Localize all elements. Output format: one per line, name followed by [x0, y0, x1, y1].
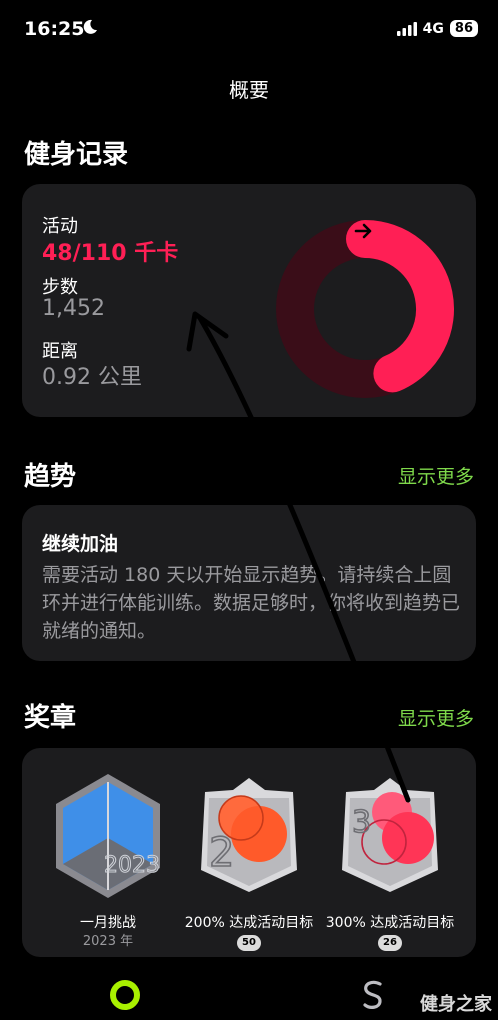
award-name: 200% 达成活动目标: [184, 915, 314, 931]
award-item-january[interactable]: 2023 一月挑战 2023 年: [38, 768, 178, 958]
watermark: 健身之家: [420, 994, 492, 1015]
award-year: 2023 年: [82, 934, 134, 949]
activity-ring: [276, 220, 454, 398]
awards-section-title: 奖章: [24, 703, 77, 733]
svg-text:2023: 2023: [104, 853, 160, 878]
award-item-200[interactable]: 2 200% 达成活动目标 50: [179, 768, 319, 958]
award-count-badge: 50: [237, 935, 261, 951]
trends-show-more[interactable]: 显示更多: [398, 462, 474, 489]
trends-section-title: 趋势: [24, 462, 77, 492]
moon-icon: [83, 19, 97, 34]
activity-value: 48/110 千卡: [42, 241, 179, 266]
steps-value: 1,452: [42, 296, 105, 321]
battery-level: 86: [449, 20, 478, 37]
svg-text:3: 3: [352, 805, 371, 840]
status-bar: 16:25 4G 86: [0, 0, 498, 60]
award-item-300[interactable]: 3 300% 达成活动目标 26: [320, 768, 460, 958]
signal-icon: [396, 21, 417, 36]
svg-text:2: 2: [209, 830, 234, 876]
status-right: 4G 86: [396, 20, 478, 37]
awards-show-more[interactable]: 显示更多: [398, 704, 474, 731]
hexagon-2023-badge-icon: 2023: [56, 774, 161, 898]
tab-bar: 健身之家: [0, 970, 498, 1020]
activity-ring-progress: [346, 220, 454, 393]
trends-card-title: 继续加油: [42, 533, 119, 555]
fitness-section-title: 健身记录: [24, 140, 129, 170]
distance-value: 0.92 公里: [42, 365, 142, 390]
trends-card-text: 需要活动 180 天以开始显示趋势。请持续合上圆环并进行体能训练。数据足够时，你…: [42, 564, 461, 642]
award-count-badge: 26: [378, 935, 402, 951]
fitness-card[interactable]: 活动 48/110 千卡 步数 1,452 距离 0.92 公里: [22, 184, 476, 417]
network-type: 4G: [422, 20, 444, 37]
nav-title: 概要: [229, 78, 269, 102]
trends-card[interactable]: 继续加油 需要活动 180 天以开始显示趋势。请持续合上圆环并进行体能训练。数据…: [22, 505, 476, 661]
tab-summary-ring-icon[interactable]: [108, 978, 142, 1012]
award-name: 300% 达成活动目标: [325, 915, 455, 931]
tab-sharing-icon[interactable]: [358, 978, 388, 1012]
award-name: 一月挑战: [80, 915, 136, 931]
300-percent-badge-icon: 3: [342, 778, 438, 892]
status-time: 16:25: [24, 18, 85, 40]
200-percent-badge-icon: 2: [201, 778, 297, 892]
awards-card: 2023 一月挑战 2023 年 2 200% 达成活动目标 50 3 300%…: [22, 748, 476, 957]
